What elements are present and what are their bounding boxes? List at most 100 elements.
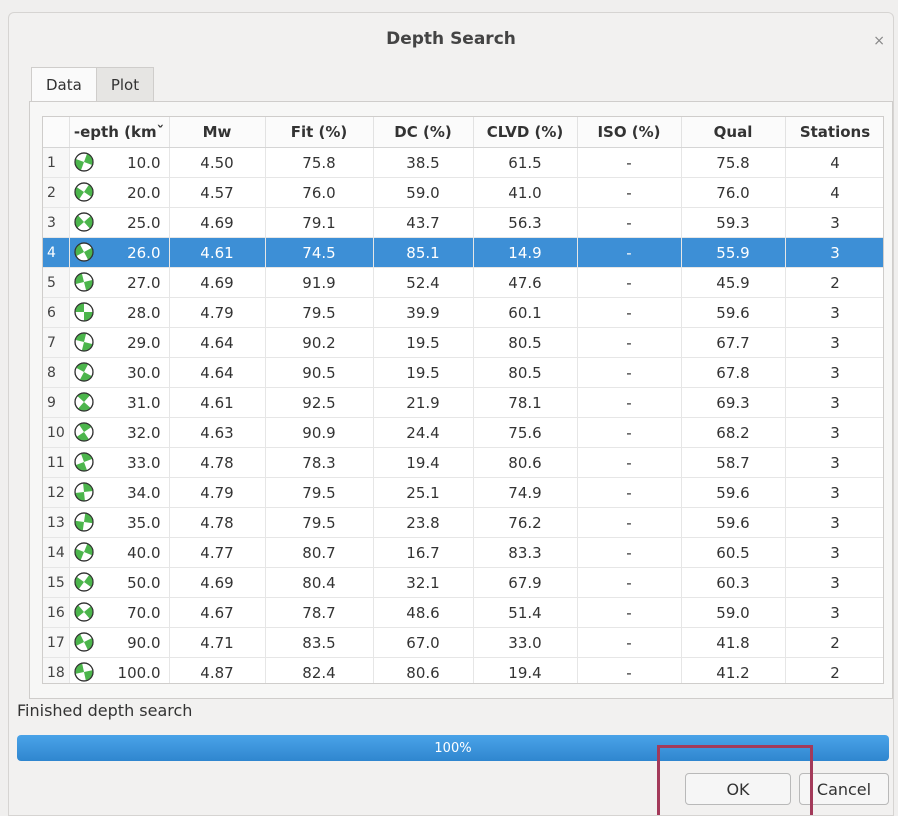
- cell-qual: 67.7: [681, 327, 786, 358]
- depth-value: 35.0: [127, 513, 161, 532]
- row-index: 7: [43, 327, 70, 358]
- row-index: 8: [43, 357, 70, 388]
- cell-clvd: 19.4: [473, 657, 578, 683]
- depth-search-dialog: Depth Search × Data Plot ‑epth (kmˇ Mw F…: [8, 12, 894, 816]
- cell-qual: 59.0: [681, 597, 786, 628]
- depth-value: 90.0: [127, 633, 161, 652]
- table-row[interactable]: 15 50.0 4.69 80.4 32.1 67.9-60.3 3: [43, 567, 883, 598]
- beachball-icon: [73, 152, 94, 172]
- cell-dc: 52.4: [373, 267, 474, 298]
- cell-stations: 3: [785, 207, 883, 238]
- cell-fit: 83.5: [265, 627, 374, 658]
- table-row[interactable]: 4 26.0 4.61 74.5 85.1 14.9-55.9 3: [43, 237, 883, 268]
- depth-value: 28.0: [127, 303, 161, 322]
- cell-clvd: 14.9: [473, 237, 578, 268]
- cell-dc: 25.1: [373, 477, 474, 508]
- cell-dc: 67.0: [373, 627, 474, 658]
- cell-fit: 79.5: [265, 507, 374, 538]
- close-icon[interactable]: ×: [873, 33, 885, 49]
- column-header-qual[interactable]: Qual: [681, 117, 786, 148]
- beachball-icon: [73, 272, 94, 292]
- cell-depth: 40.0: [69, 537, 170, 568]
- table-row[interactable]: 3 25.0 4.69 79.1 43.7 56.3-59.3 3: [43, 207, 883, 238]
- column-header-clvd[interactable]: CLVD (%): [473, 117, 578, 148]
- row-index: 3: [43, 207, 70, 238]
- beachball-icon: [73, 512, 94, 532]
- cell-mw: 4.77: [169, 537, 266, 568]
- cell-mw: 4.61: [169, 237, 266, 268]
- cell-fit: 92.5: [265, 387, 374, 418]
- cell-mw: 4.50: [169, 147, 266, 178]
- cell-qual: 76.0: [681, 177, 786, 208]
- beachball-icon: [73, 302, 94, 322]
- table-row[interactable]: 17 90.0 4.71 83.5 67.0 33.0-41.8 2: [43, 627, 883, 658]
- table-row[interactable]: 18 100.0 4.87 82.4 80.6 19.4-41.2 2: [43, 657, 883, 683]
- cell-clvd: 74.9: [473, 477, 578, 508]
- cell-depth: 28.0: [69, 297, 170, 328]
- table-row[interactable]: 11 33.0 4.78 78.3 19.4 80.6-58.7 3: [43, 447, 883, 478]
- cell-fit: 74.5: [265, 237, 374, 268]
- column-header-dc[interactable]: DC (%): [373, 117, 474, 148]
- cell-depth: 25.0: [69, 207, 170, 238]
- column-header-mw[interactable]: Mw: [169, 117, 266, 148]
- tab-plot[interactable]: Plot: [95, 67, 155, 101]
- cell-iso: -: [577, 507, 682, 538]
- table-row[interactable]: 6 28.0 4.79 79.5 39.9 60.1-59.6 3: [43, 297, 883, 328]
- cell-qual: 59.6: [681, 507, 786, 538]
- table-row[interactable]: 10 32.0 4.63 90.9 24.4 75.6-68.2 3: [43, 417, 883, 448]
- beachball-icon: [73, 362, 94, 382]
- cell-qual: 68.2: [681, 417, 786, 448]
- table-row[interactable]: 12 34.0 4.79 79.5 25.1 74.9-59.6 3: [43, 477, 883, 508]
- cell-qual: 41.8: [681, 627, 786, 658]
- cell-depth: 32.0: [69, 417, 170, 448]
- cell-clvd: 76.2: [473, 507, 578, 538]
- cell-clvd: 78.1: [473, 387, 578, 418]
- cell-depth: 10.0: [69, 147, 170, 178]
- cell-dc: 85.1: [373, 237, 474, 268]
- table-row[interactable]: 2 20.0 4.57 76.0 59.0 41.0-76.0 4: [43, 177, 883, 208]
- cell-qual: 59.3: [681, 207, 786, 238]
- cell-mw: 4.69: [169, 267, 266, 298]
- depth-value: 29.0: [127, 333, 161, 352]
- cell-stations: 3: [785, 237, 883, 268]
- row-index: 14: [43, 537, 70, 568]
- cell-qual: 69.3: [681, 387, 786, 418]
- cell-mw: 4.57: [169, 177, 266, 208]
- table-row[interactable]: 7 29.0 4.64 90.2 19.5 80.5-67.7 3: [43, 327, 883, 358]
- cell-clvd: 83.3: [473, 537, 578, 568]
- table-row[interactable]: 16 70.0 4.67 78.7 48.6 51.4-59.0 3: [43, 597, 883, 628]
- cell-stations: 3: [785, 417, 883, 448]
- cell-depth: 27.0: [69, 267, 170, 298]
- cell-stations: 4: [785, 177, 883, 208]
- table-row[interactable]: 14 40.0 4.77 80.7 16.7 83.3-60.5 3: [43, 537, 883, 568]
- row-index: 6: [43, 297, 70, 328]
- table-row[interactable]: 8 30.0 4.64 90.5 19.5 80.5-67.8 3: [43, 357, 883, 388]
- beachball-icon: [73, 392, 94, 412]
- beachball-icon: [73, 602, 94, 622]
- table-row[interactable]: 13 35.0 4.78 79.5 23.8 76.2-59.6 3: [43, 507, 883, 538]
- cell-iso: -: [577, 357, 682, 388]
- cell-depth: 20.0: [69, 177, 170, 208]
- tab-data[interactable]: Data: [31, 67, 97, 101]
- dialog-title: Depth Search: [386, 29, 516, 49]
- cell-stations: 2: [785, 627, 883, 658]
- data-panel: ‑epth (kmˇ Mw Fit (%) DC (%) CLVD (%) IS…: [29, 101, 893, 699]
- cell-iso: -: [577, 297, 682, 328]
- beachball-icon: [73, 212, 94, 232]
- cell-qual: 55.9: [681, 237, 786, 268]
- column-header-stations[interactable]: Stations: [785, 117, 883, 148]
- cell-depth: 70.0: [69, 597, 170, 628]
- column-header-fit[interactable]: Fit (%): [265, 117, 374, 148]
- table-row[interactable]: 1 10.0 4.50 75.8 38.5 61.5-75.8 4: [43, 147, 883, 178]
- table-row[interactable]: 5 27.0 4.69 91.9 52.4 47.6-45.9 2: [43, 267, 883, 298]
- column-header-iso[interactable]: ISO (%): [577, 117, 682, 148]
- cell-depth: 35.0: [69, 507, 170, 538]
- cell-depth: 100.0: [69, 657, 170, 683]
- cell-stations: 2: [785, 657, 883, 683]
- table-row[interactable]: 9 31.0 4.61 92.5 21.9 78.1-69.3 3: [43, 387, 883, 418]
- column-header-depth[interactable]: ‑epth (kmˇ: [69, 117, 170, 148]
- cell-depth: 26.0: [69, 237, 170, 268]
- results-table-wrapper[interactable]: ‑epth (kmˇ Mw Fit (%) DC (%) CLVD (%) IS…: [42, 116, 884, 684]
- cell-dc: 19.5: [373, 357, 474, 388]
- cell-clvd: 80.5: [473, 327, 578, 358]
